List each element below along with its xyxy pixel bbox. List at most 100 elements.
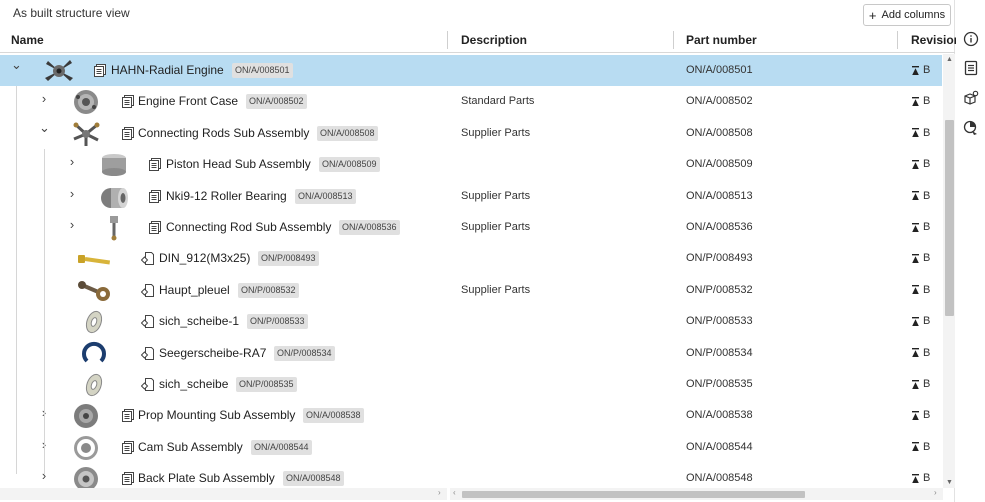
revision-label: B <box>923 64 931 76</box>
appearance-icon[interactable] <box>963 120 979 136</box>
revision-label: B <box>923 189 931 202</box>
info-icon[interactable] <box>963 31 979 47</box>
tree-row[interactable]: sich_scheibe ON/P/008535 ON/P/008535 B <box>0 369 942 400</box>
column-header-part-number[interactable]: Part number <box>686 33 757 47</box>
column-header-description[interactable]: Description <box>461 33 527 47</box>
revision-cell: B <box>912 441 930 453</box>
revision-cell: B <box>912 378 930 390</box>
chevron-right-icon[interactable]: › <box>67 218 77 231</box>
part-number-badge: ON/P/008532 <box>238 282 299 298</box>
revision-cell: B <box>912 158 930 170</box>
vertical-scroll-thumb[interactable] <box>945 120 954 316</box>
scroll-left-arrow-icon[interactable]: ‹ <box>453 488 456 497</box>
part-number-cell: ON/A/008513 <box>686 189 753 202</box>
part-number-cell: ON/P/008532 <box>686 283 753 296</box>
chevron-right-icon[interactable]: › <box>67 155 77 168</box>
tree-row[interactable]: Haupt_pleuel ON/P/008532 Supplier Parts ON/… <box>0 275 942 306</box>
scroll-right-arrow-icon[interactable]: › <box>438 488 441 497</box>
tree-row[interactable]: ›Prop Mounting Sub AssemblyON/A/008538ON… <box>0 400 942 431</box>
add-columns-button[interactable]: + Add columns <box>863 4 951 26</box>
tree-row[interactable]: › Connecting Rod Sub Assembly ON/A/008536 S… <box>0 212 942 243</box>
piston-thumbnail <box>97 152 131 178</box>
part-number-badge: ON/A/008509 <box>319 157 380 173</box>
washer-thumbnail <box>77 372 111 398</box>
view-title: As built structure view <box>13 6 130 20</box>
revision-label: B <box>923 378 931 390</box>
scroll-down-arrow-icon[interactable]: ▼ <box>945 479 954 486</box>
horizontal-scrollbar-right[interactable]: ‹ › <box>450 488 943 500</box>
vertical-scrollbar[interactable]: ▲ ▼ <box>943 54 955 488</box>
assembly-icon <box>121 95 134 109</box>
chevron-down-icon[interactable]: ⌄ <box>39 121 50 134</box>
revision-label: B <box>923 126 931 139</box>
revision-cell: B <box>912 127 930 139</box>
column-resize-handle[interactable] <box>673 31 674 49</box>
column-header-revision[interactable]: Revision <box>911 33 961 47</box>
part-number-badge: ON/A/008513 <box>295 188 356 204</box>
item-name: Cam Sub Assembly <box>138 439 243 454</box>
chevron-right-icon[interactable]: › <box>39 92 49 105</box>
revision-label: B <box>923 315 931 328</box>
revision-cell: B <box>912 64 930 76</box>
part-number-badge: ON/A/008502 <box>246 94 307 110</box>
revision-released-icon <box>912 128 919 138</box>
scroll-up-arrow-icon[interactable]: ▲ <box>945 56 954 63</box>
revision-label: B <box>923 252 931 265</box>
tree-row[interactable]: ⌄ Connecting Rods Sub Assembly ON/A/008508… <box>0 118 942 149</box>
tree-row[interactable]: ⌄ HAHN-Radial Engine ON/A/008501 ON/A/00850… <box>0 55 942 86</box>
pleuel-thumbnail <box>77 278 111 304</box>
revision-released-icon <box>912 379 919 389</box>
chevron-right-icon[interactable]: › <box>67 187 77 200</box>
tree-row[interactable]: sich_scheibe-1 ON/P/008533 ON/P/008533 B <box>0 306 942 337</box>
revision-released-icon <box>912 442 919 452</box>
part-number-cell: ON/P/008535 <box>686 378 753 390</box>
add-columns-label: Add columns <box>881 9 946 21</box>
horizontal-scrollbar-left[interactable]: › <box>0 488 447 500</box>
part-number-cell: ON/A/008502 <box>686 95 753 108</box>
part-number-cell: ON/A/008544 <box>686 440 753 453</box>
item-name: Seegerscheibe-RA7 <box>159 345 267 360</box>
tree-row[interactable]: › Piston Head Sub Assembly ON/A/008509 ON/A… <box>0 149 942 180</box>
revision-released-icon <box>912 222 919 232</box>
document-icon[interactable] <box>963 60 979 76</box>
revision-cell: B <box>912 347 930 359</box>
part-number-badge: ON/P/008534 <box>274 345 335 361</box>
revision-released-icon <box>912 473 919 483</box>
part-number-badge: ON/A/008548 <box>283 471 344 487</box>
item-name: Prop Mounting Sub Assembly <box>138 408 296 423</box>
tree-row[interactable]: ›Cam Sub AssemblyON/A/008544ON/A/008544B <box>0 432 942 463</box>
part-number-cell: ON/A/008501 <box>686 64 753 76</box>
horizontal-scroll-thumb[interactable] <box>462 491 805 498</box>
tree-row[interactable]: › Engine Front Case ON/A/008502 Standard Pa… <box>0 86 942 117</box>
structure-tree: ⌄ HAHN-Radial Engine ON/A/008501 ON/A/00850… <box>0 54 942 488</box>
tree-guide-line <box>16 86 17 474</box>
column-resize-handle[interactable] <box>897 31 898 49</box>
column-header-name[interactable]: Name <box>11 33 44 47</box>
revision-cell: B <box>912 252 930 264</box>
assembly-icon <box>148 221 161 234</box>
revision-released-icon <box>912 410 919 420</box>
item-name: DIN_912(M3x25) <box>159 251 251 266</box>
part-number-cell: ON/A/008548 <box>686 472 753 485</box>
part-number-badge: ON/P/008533 <box>247 314 308 330</box>
tree-row[interactable]: DIN_912(M3x25) ON/P/008493 ON/P/008493 B <box>0 243 942 274</box>
part-icon <box>140 252 154 266</box>
description-cell: Supplier Parts <box>461 189 531 202</box>
part-number-badge: ON/A/008536 <box>339 220 400 235</box>
tree-row[interactable]: › Nki9-12 Roller Bearing ON/A/008513 Suppli… <box>0 181 942 212</box>
revision-label: B <box>923 409 931 422</box>
description-cell: Supplier Parts <box>461 283 531 296</box>
scroll-right-arrow-icon[interactable]: › <box>934 488 937 497</box>
revision-released-icon <box>912 191 919 201</box>
item-name: Nki9-12 Roller Bearing <box>166 188 287 203</box>
item-name: HAHN-Radial Engine <box>111 63 224 77</box>
tree-row[interactable]: › Back Plate Sub Assembly ON/A/008548 ON/A/… <box>0 463 942 488</box>
chevron-down-icon[interactable]: ⌄ <box>11 58 22 71</box>
revision-released-icon <box>912 159 919 169</box>
panel-titlebar: As built structure view + Add columns <box>0 0 955 27</box>
assembly-icon <box>148 158 161 172</box>
column-resize-handle[interactable] <box>447 31 448 49</box>
tree-row[interactable]: Seegerscheibe-RA7 ON/P/008534 ON/P/008534 B <box>0 338 942 369</box>
assembly-icon <box>121 472 134 486</box>
configure-parts-icon[interactable] <box>963 90 979 106</box>
